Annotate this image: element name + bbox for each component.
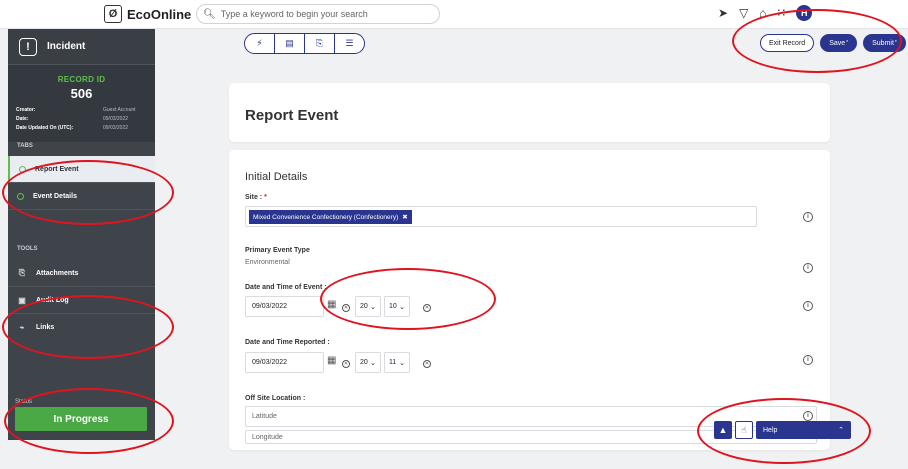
clear-time-icon[interactable]: ✕ [423, 360, 431, 368]
module-title: Incident [47, 41, 86, 52]
event-minute-select[interactable]: 10 ⌄ [384, 296, 410, 317]
record-meta: Creator: Guest Account Date: 09/03/2022 Da… [8, 106, 155, 137]
page-title: Report Event [245, 107, 339, 124]
reported-minute-select[interactable]: 11 ⌄ [384, 352, 410, 373]
tab-label: Report Event [35, 165, 79, 173]
meta-creator: Creator: Guest Account [16, 107, 136, 113]
site-label: Site : * [245, 194, 267, 201]
tab-label: Event Details [33, 192, 77, 200]
exit-record-button[interactable]: Exit Record [760, 34, 815, 52]
calendar-icon[interactable]: ▦ [327, 299, 336, 310]
paperclip-icon[interactable]: ⎘ [305, 34, 335, 53]
paperclip-icon: ⎘ [18, 268, 26, 277]
brand-mark-icon: Ø [104, 5, 122, 23]
tools-section-header: TOOLS [17, 246, 38, 252]
info-icon[interactable]: i [803, 212, 813, 222]
record-id-label: RECORD ID [57, 75, 106, 84]
reported-hour-select[interactable]: 20 ⌄ [355, 352, 381, 373]
bell-icon[interactable]: ⌂ [759, 6, 766, 20]
section-title: Initial Details [245, 171, 308, 183]
site-tag: Mixed Convenience Confectionery (Confect… [249, 210, 412, 224]
incident-icon: ! [19, 37, 37, 56]
reported-datetime-label: Date and Time Reported : [245, 339, 330, 346]
meta-updated: Date Updated On (UTC): 09/03/2022 [16, 125, 129, 131]
calendar-icon[interactable]: ▦ [327, 355, 336, 366]
tabs-section-header: TABS [17, 143, 33, 149]
help-button[interactable]: Help ⌃ [756, 421, 851, 439]
save-button[interactable]: Save * [820, 34, 858, 52]
clipboard-icon[interactable]: ▤ [275, 34, 305, 53]
top-bar: Ø EcoOnline 🔍︎ ➤ ▽ ⌂ ∷ H [0, 0, 908, 29]
brand-name: EcoOnline [127, 6, 192, 22]
send-icon[interactable]: ➤ [718, 6, 728, 20]
search-box[interactable]: 🔍︎ [196, 4, 440, 24]
status-ring-icon [17, 192, 24, 200]
tab-event-details[interactable]: Event Details [8, 183, 155, 210]
stack-icon[interactable]: ☰ [335, 34, 364, 53]
status-label: Status [15, 399, 33, 405]
info-icon[interactable]: i [803, 355, 813, 365]
sidebar: ! Incident RECORD ID 506 Creator: Guest A… [8, 29, 155, 440]
clear-time-icon[interactable]: ✕ [423, 304, 431, 312]
remove-tag-icon[interactable]: ✖ [402, 213, 407, 221]
site-field[interactable]: Mixed Convenience Confectionery (Confect… [245, 206, 757, 227]
chevron-down-icon: ⌄ [399, 359, 405, 367]
search-input[interactable] [220, 9, 431, 19]
tool-audit-log[interactable]: ▣ Audit Log [8, 287, 155, 314]
thumbs-up-icon[interactable]: ☝︎ [735, 421, 753, 439]
info-icon[interactable]: i [803, 411, 813, 421]
brand-logo[interactable]: Ø EcoOnline [104, 5, 191, 23]
lightning-icon[interactable]: ⚡︎ [245, 34, 275, 53]
avatar[interactable]: H [796, 5, 813, 21]
info-icon[interactable]: i [803, 301, 813, 311]
info-icon[interactable]: i [803, 263, 813, 273]
status-button[interactable]: In Progress [15, 407, 147, 431]
filter-icon[interactable]: ▽ [739, 6, 748, 20]
top-icons: ➤ ▽ ⌂ ∷ H [718, 5, 813, 21]
record-id: 506 [70, 86, 93, 101]
action-buttons: Exit Record Save * Submit * [760, 34, 906, 52]
help-widget: ▲ ☝︎ Help ⌃ [714, 421, 851, 439]
status-ring-icon [19, 165, 26, 173]
chevron-up-icon: ⌃ [838, 427, 844, 434]
reported-date-input[interactable]: 09/03/2022 [245, 352, 324, 373]
primary-event-type-label: Primary Event Type [245, 247, 310, 254]
event-date-input[interactable]: 09/03/2022 [245, 296, 324, 317]
meta-date: Date: 09/03/2022 [16, 116, 129, 122]
tab-report-event[interactable]: Report Event [8, 156, 155, 183]
clear-date-icon[interactable]: ✕ [342, 360, 350, 368]
event-hour-select[interactable]: 20 ⌄ [355, 296, 381, 317]
record-toolbar: ⚡︎ ▤ ⎘ ☰ [244, 33, 365, 54]
off-site-location-label: Off Site Location : [245, 395, 306, 402]
tool-attachments[interactable]: ⎘ Attachments [8, 260, 155, 287]
save-icon: ▣ [18, 295, 26, 305]
graduation-cap-icon[interactable]: ▲ [714, 421, 732, 439]
search-icon: 🔍︎ [203, 8, 216, 20]
sidebar-header: ! Incident [8, 29, 155, 65]
apps-grid-icon[interactable]: ∷ [778, 6, 786, 20]
chevron-down-icon: ⌄ [370, 303, 376, 311]
primary-event-type-value: Environmental [245, 259, 290, 266]
chevron-down-icon: ⌄ [399, 303, 405, 311]
submit-button[interactable]: Submit * [863, 34, 906, 52]
event-datetime-label: Date and Time of Event : [245, 284, 327, 291]
chevron-down-icon: ⌄ [370, 359, 376, 367]
clear-date-icon[interactable]: ✕ [342, 304, 350, 312]
tool-links[interactable]: ⌁ Links [8, 314, 155, 341]
link-icon: ⌁ [19, 323, 25, 332]
